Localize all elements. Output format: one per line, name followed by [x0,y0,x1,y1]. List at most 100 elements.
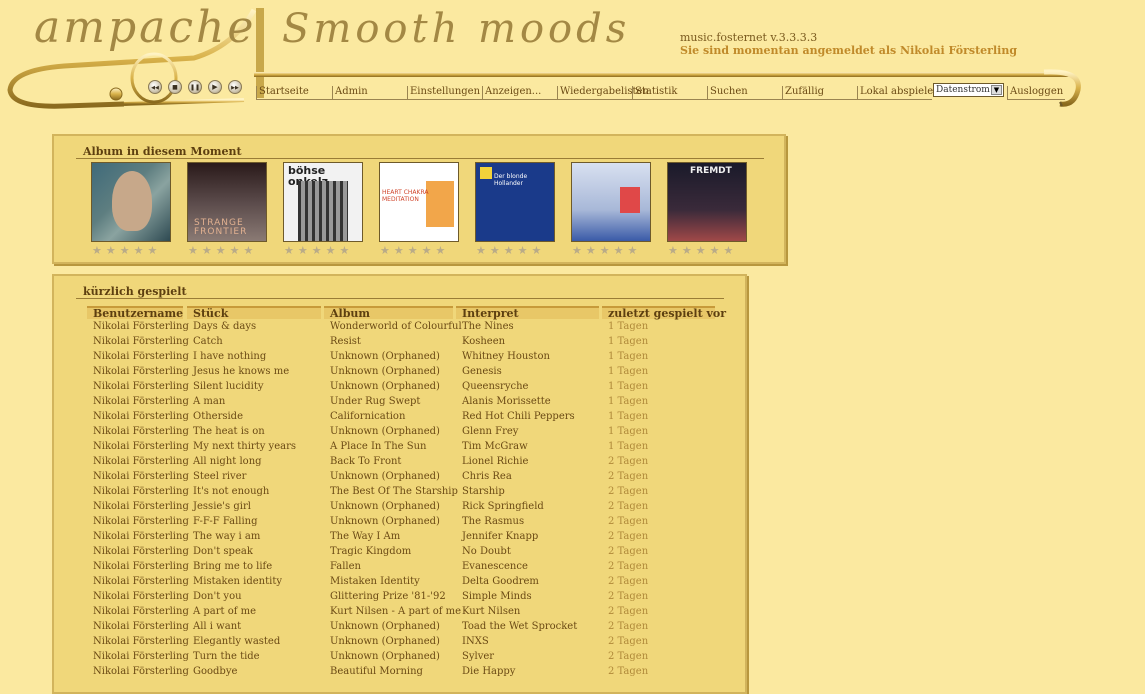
cell-album[interactable]: Unknown (Orphaned) [330,651,440,662]
rating-stars-2[interactable]: ★★★★★ [188,244,257,257]
previous-button[interactable]: ◀◀ [148,80,162,94]
cell-artist[interactable]: Whitney Houston [462,351,550,362]
cell-album[interactable]: Kurt Nilsen - A part of me [330,606,461,617]
cell-track[interactable]: Jessie's girl [193,501,251,512]
cell-artist[interactable]: Kosheen [462,336,505,347]
cell-album[interactable]: Unknown (Orphaned) [330,381,440,392]
cell-track[interactable]: I have nothing [193,351,266,362]
cell-track[interactable]: Elegantly wasted [193,636,280,647]
menu-zufaellig[interactable]: Zufällig [782,86,857,100]
cell-artist[interactable]: Die Happy [462,666,515,677]
album-cover-1[interactable] [91,162,171,242]
cell-artist[interactable]: Delta Goodrem [462,576,539,587]
cell-track[interactable]: Days & days [193,321,256,332]
cell-artist[interactable]: Rick Springfield [462,501,544,512]
cell-track[interactable]: Goodbye [193,666,237,677]
column-zuletzt-gespielt[interactable]: zuletzt gespielt vor [602,306,726,319]
cell-album[interactable]: Unknown (Orphaned) [330,516,440,527]
menu-ausloggen[interactable]: Ausloggen [1007,86,1065,100]
column-album[interactable]: Album [324,306,453,319]
cell-album[interactable]: Unknown (Orphaned) [330,471,440,482]
cell-album[interactable]: Mistaken Identity [330,576,420,587]
column-stueck[interactable]: Stück [187,306,321,319]
menu-anzeigen[interactable]: Anzeigen... [482,86,557,100]
album-cover-5[interactable]: Der blonde Hollander [475,162,555,242]
stop-button[interactable]: ■ [168,80,182,94]
cell-album[interactable]: Unknown (Orphaned) [330,426,440,437]
cell-track[interactable]: F-F-F Falling [193,516,258,527]
menu-einstellungen[interactable]: Einstellungen [407,86,482,100]
album-cover-2[interactable]: STRANGE FRONTIER [187,162,267,242]
cell-track[interactable]: Steel river [193,471,246,482]
cell-artist[interactable]: The Rasmus [462,516,524,527]
rating-stars-1[interactable]: ★★★★★ [92,244,161,257]
cell-artist[interactable]: Toad the Wet Sprocket [462,621,577,632]
cell-track[interactable]: Turn the tide [193,651,260,662]
cell-track[interactable]: Don't speak [193,546,253,557]
menu-admin[interactable]: Admin [332,86,407,100]
cell-track[interactable]: Don't you [193,591,242,602]
cell-album[interactable]: The Best Of The Starship [330,486,458,497]
rating-stars-7[interactable]: ★★★★★ [668,244,737,257]
cell-album[interactable]: Back To Front [330,456,401,467]
cell-track[interactable]: All i want [193,621,241,632]
cell-track[interactable]: My next thirty years [193,441,296,452]
album-cover-3[interactable]: böhse onkelz [283,162,363,242]
cell-track[interactable]: A part of me [193,606,256,617]
cell-album[interactable]: The Way I Am [330,531,400,542]
album-cover-7[interactable]: FREMDT [667,162,747,242]
cell-album[interactable]: Unknown (Orphaned) [330,351,440,362]
cell-track[interactable]: Bring me to life [193,561,272,572]
cell-track[interactable]: A man [193,396,225,407]
cell-album[interactable]: Glittering Prize '81-'92 [330,591,446,602]
cell-artist[interactable]: Genesis [462,366,502,377]
pause-button[interactable]: ❚❚ [188,80,202,94]
cell-track[interactable]: Catch [193,336,223,347]
cell-track[interactable]: Jesus he knows me [193,366,289,377]
cell-track[interactable]: Silent lucidity [193,381,264,392]
play-button[interactable]: ▶ [208,80,222,94]
menu-startseite[interactable]: Startseite [256,86,332,100]
menu-lokal-abspielen[interactable]: Lokal abspielen [857,86,940,100]
rating-stars-5[interactable]: ★★★★★ [476,244,545,257]
cell-album[interactable]: Fallen [330,561,361,572]
cell-album[interactable]: Unknown (Orphaned) [330,366,440,377]
cell-artist[interactable]: INXS [462,636,489,647]
cell-track[interactable]: All night long [193,456,262,467]
menu-suchen[interactable]: Suchen [707,86,782,100]
cell-artist[interactable]: Red Hot Chili Peppers [462,411,575,422]
cell-album[interactable]: Unknown (Orphaned) [330,621,440,632]
cell-album[interactable]: Beautiful Morning [330,666,423,677]
cell-artist[interactable]: Starship [462,486,505,497]
cell-artist[interactable]: Simple Minds [462,591,532,602]
cell-artist[interactable]: No Doubt [462,546,511,557]
column-benutzername[interactable]: Benutzername [87,306,183,319]
rating-stars-6[interactable]: ★★★★★ [572,244,641,257]
cell-album[interactable]: Wonderworld of Colourful [330,321,462,332]
rating-stars-3[interactable]: ★★★★★ [284,244,353,257]
album-cover-4[interactable]: HEART CHAKRA MEDITATION [379,162,459,242]
cell-artist[interactable]: Lionel Richie [462,456,528,467]
column-interpret[interactable]: Interpret [456,306,599,319]
cell-artist[interactable]: Kurt Nilsen [462,606,520,617]
cell-artist[interactable]: The Nines [462,321,514,332]
cell-track[interactable]: Mistaken identity [193,576,282,587]
cell-album[interactable]: Californication [330,411,405,422]
menu-wiedergabelisten[interactable]: Wiedergabelisten [557,86,649,100]
cell-album[interactable]: Under Rug Swept [330,396,420,407]
cell-track[interactable]: The heat is on [193,426,265,437]
rating-stars-4[interactable]: ★★★★★ [380,244,449,257]
cell-album[interactable]: Tragic Kingdom [330,546,411,557]
cell-track[interactable]: It's not enough [193,486,269,497]
cell-album[interactable]: Unknown (Orphaned) [330,501,440,512]
cell-album[interactable]: Resist [330,336,361,347]
next-button[interactable]: ▶▶ [228,80,242,94]
album-cover-6[interactable] [571,162,651,242]
cell-track[interactable]: Otherside [193,411,243,422]
cell-artist[interactable]: Tim McGraw [462,441,528,452]
cell-artist[interactable]: Sylver [462,651,494,662]
cell-album[interactable]: A Place In The Sun [330,441,427,452]
stream-select[interactable]: Datenstrom ▼ [933,83,1004,97]
cell-artist[interactable]: Alanis Morissette [462,396,551,407]
cell-artist[interactable]: Jennifer Knapp [462,531,538,542]
